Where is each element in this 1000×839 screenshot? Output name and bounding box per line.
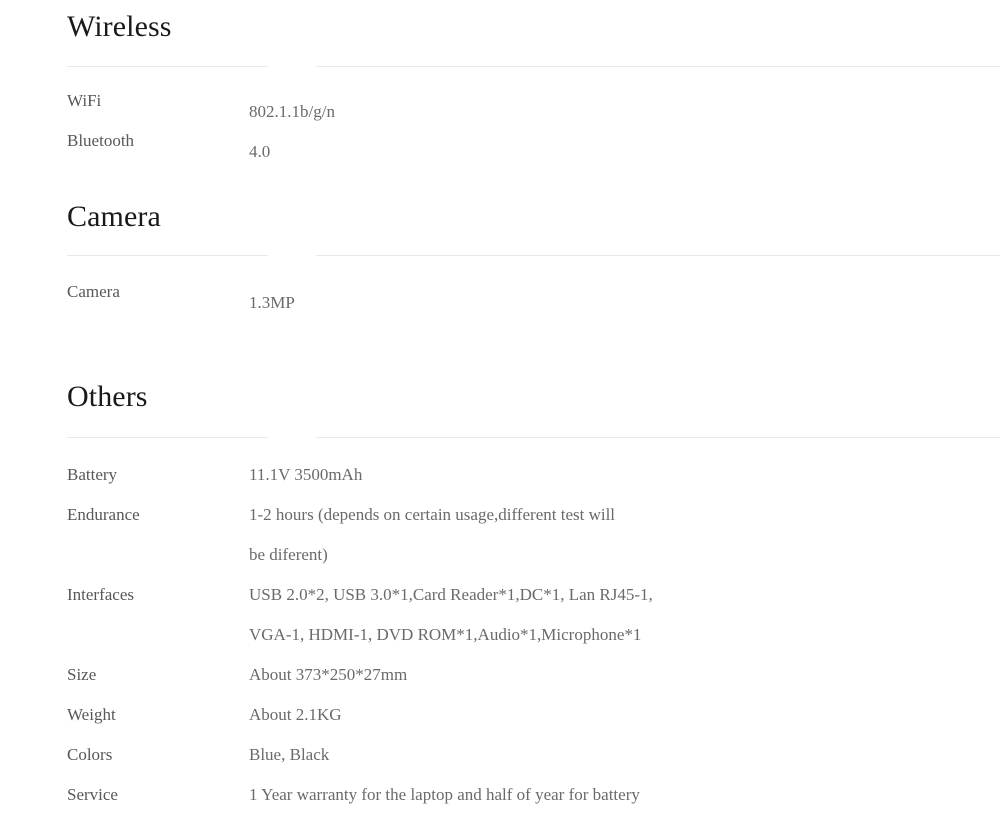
table-row: Battery 11.1V 3500mAh xyxy=(0,455,1000,495)
specification-sheet: Wireless WiFi 802.1.1b/g/n Bluetooth 4.0… xyxy=(0,0,1000,839)
table-row: Service 1 Year warranty for the laptop a… xyxy=(0,775,1000,815)
divider-gap xyxy=(268,66,316,67)
section-divider-camera xyxy=(0,255,1000,256)
spec-value-interfaces: USB 2.0*2, USB 3.0*1,Card Reader*1,DC*1,… xyxy=(249,585,653,644)
section-heading-others: Others xyxy=(67,380,148,413)
spec-label-bluetooth: Bluetooth xyxy=(67,131,135,150)
table-row: Camera 1.3MP xyxy=(0,272,1000,312)
spec-value-colors: Blue, Black xyxy=(249,745,330,764)
spec-value-endurance: 1-2 hours (depends on certain usage,diff… xyxy=(249,505,616,564)
spec-label-weight: Weight xyxy=(67,705,116,724)
divider-label-column xyxy=(67,255,268,256)
divider-value-column xyxy=(316,437,1000,438)
section-wireless: Wireless WiFi 802.1.1b/g/n Bluetooth 4.0 xyxy=(0,0,1000,161)
table-row: WiFi 802.1.1b/g/n xyxy=(0,81,1000,121)
spec-value-service: 1 Year warranty for the laptop and half … xyxy=(249,785,640,804)
spec-rows-others: Battery 11.1V 3500mAh Endurance 1-2 hour… xyxy=(0,455,1000,815)
table-row: Colors Blue, Black xyxy=(0,735,1000,775)
divider-label-column xyxy=(67,66,268,67)
divider-gap xyxy=(268,437,316,438)
table-row: Size About 373*250*27mm xyxy=(0,655,1000,695)
spec-rows-wireless: WiFi 802.1.1b/g/n Bluetooth 4.0 xyxy=(0,81,1000,161)
spec-label-endurance: Endurance xyxy=(67,505,140,524)
section-divider-others xyxy=(0,437,1000,438)
section-others: Others Battery 11.1V 3500mAh Endurance 1… xyxy=(0,312,1000,815)
spec-value-battery: 11.1V 3500mAh xyxy=(249,465,363,484)
divider-gap xyxy=(268,255,316,256)
divider-label-column xyxy=(67,437,268,438)
table-row: Interfaces USB 2.0*2, USB 3.0*1,Card Rea… xyxy=(0,575,1000,655)
table-row: Endurance 1-2 hours (depends on certain … xyxy=(0,495,1000,575)
spec-rows-camera: Camera 1.3MP xyxy=(0,272,1000,312)
spec-label-service: Service xyxy=(67,785,118,804)
spec-value-size: About 373*250*27mm xyxy=(249,665,408,684)
spec-value-wifi: 802.1.1b/g/n xyxy=(249,102,335,121)
divider-value-column xyxy=(316,66,1000,67)
section-heading-camera: Camera xyxy=(67,200,161,233)
section-camera: Camera Camera 1.3MP xyxy=(0,161,1000,312)
divider-value-column xyxy=(316,255,1000,256)
spec-label-battery: Battery xyxy=(67,465,118,484)
section-divider-wireless xyxy=(0,66,1000,67)
spec-label-interfaces: Interfaces xyxy=(67,585,135,604)
spec-value-weight: About 2.1KG xyxy=(249,705,342,724)
spec-label-size: Size xyxy=(67,665,97,684)
spec-label-colors: Colors xyxy=(67,745,113,764)
spec-label-wifi: WiFi xyxy=(67,91,102,110)
spec-label-camera: Camera xyxy=(67,282,120,301)
section-heading-wireless: Wireless xyxy=(67,10,172,43)
table-row: Weight About 2.1KG xyxy=(0,695,1000,735)
